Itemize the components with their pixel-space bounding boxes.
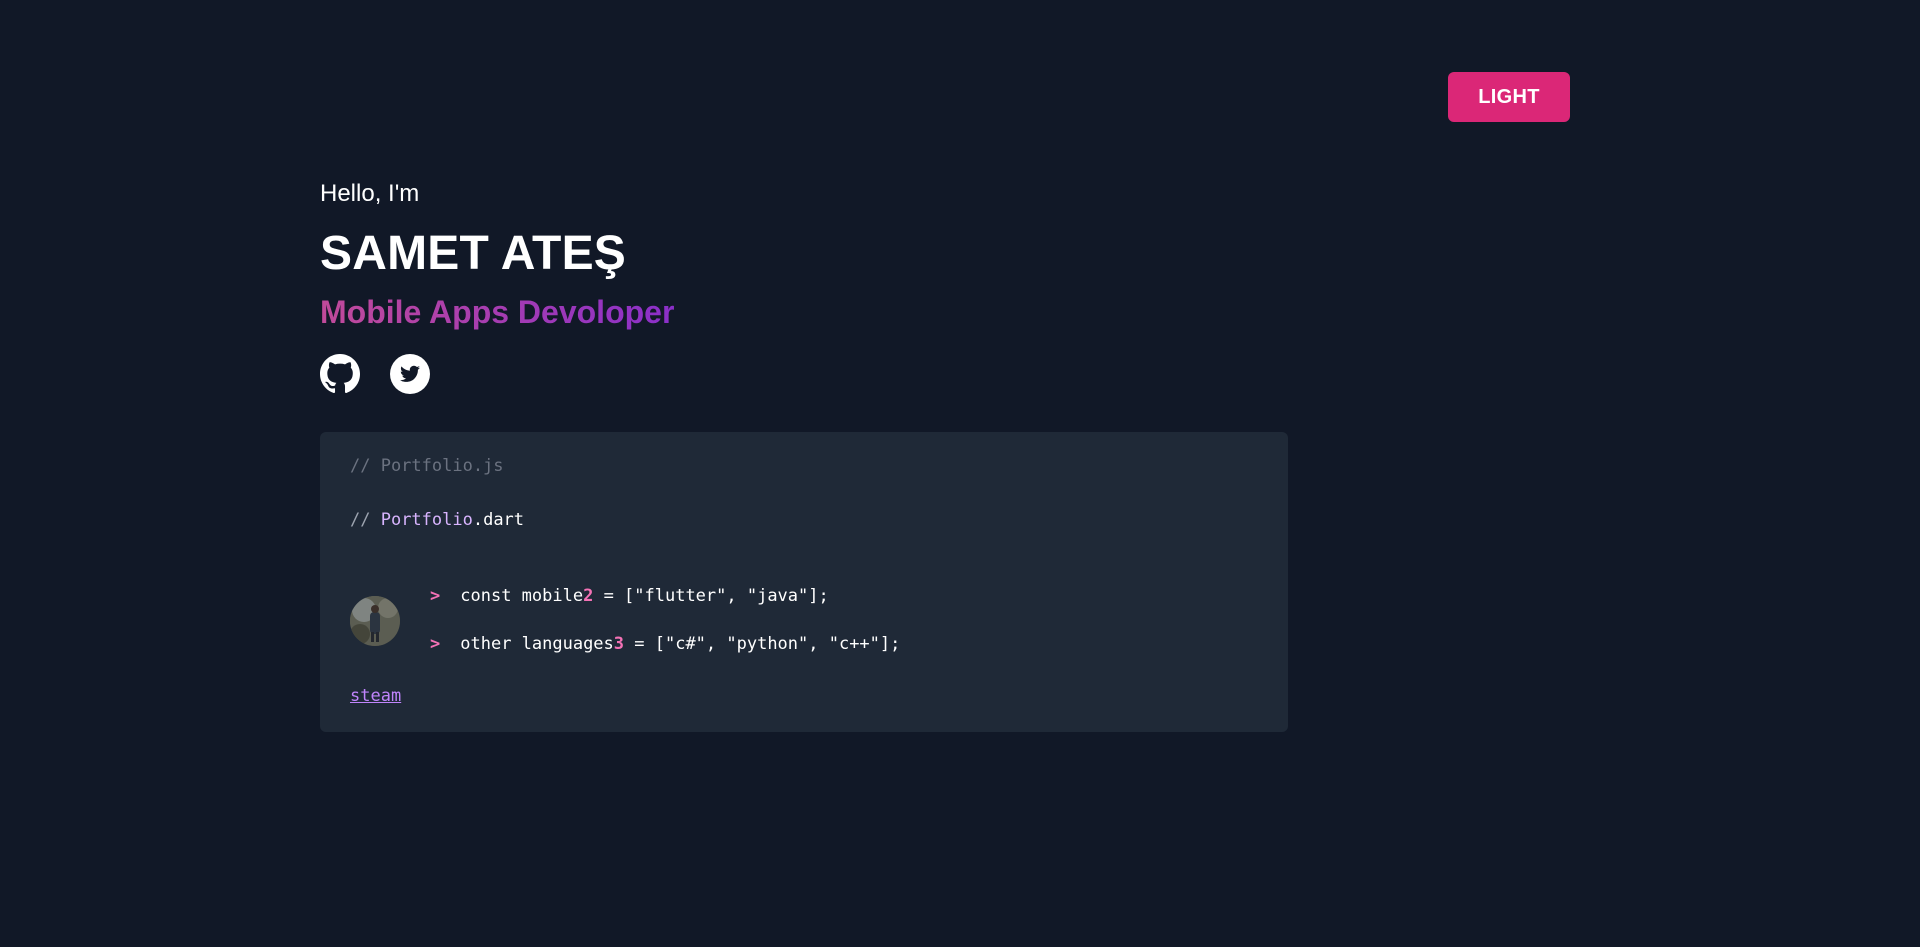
code-card: // Portfolio.js // Portfolio.dart > const… xyxy=(320,432,1288,732)
avatar-photo xyxy=(350,596,400,646)
greeting-text: Hello, I'm xyxy=(320,180,420,207)
twitter-icon xyxy=(390,354,430,394)
avatar xyxy=(350,596,400,646)
code-line-mobile: > const mobile 2 = ["flutter", "java"]; xyxy=(430,586,829,606)
portfolio-page: LIGHT Hello, I'm SAMET ATEŞ Mobile Apps … xyxy=(0,0,1920,947)
code-line-languages: > other languages 3 = ["c#", "python", "c+… xyxy=(430,634,900,654)
comment-portfolio-js: // Portfolio.js xyxy=(350,456,504,476)
theme-toggle-button[interactable]: LIGHT xyxy=(1448,72,1570,122)
prompt-chevron: > xyxy=(430,634,441,654)
twitter-link[interactable] xyxy=(390,354,430,394)
comment-portfolio-dart: // Portfolio.dart xyxy=(350,510,524,530)
code-line-languages-number: 3 xyxy=(613,634,625,654)
social-links xyxy=(320,354,674,394)
prompt-chevron: > xyxy=(430,586,441,606)
profile-name: SAMET ATEŞ xyxy=(320,227,627,280)
github-icon xyxy=(320,354,360,394)
code-line-languages-after: = ["c#", "python", "c++"]; xyxy=(624,634,901,654)
comment-extension: .dart xyxy=(472,510,525,530)
hero-section: Hello, I'm SAMET ATEŞ Mobile Apps Devolo… xyxy=(320,176,674,394)
comment-slashes: // xyxy=(350,510,381,530)
code-line-mobile-number: 2 xyxy=(583,586,594,606)
comment-class-name: Portfolio xyxy=(380,510,473,530)
code-line-mobile-before: const mobile xyxy=(460,586,584,606)
github-link[interactable] xyxy=(320,354,360,394)
steam-link[interactable]: steam xyxy=(350,686,401,706)
profile-role: Mobile Apps Devoloper xyxy=(320,290,674,334)
code-line-mobile-after: = ["flutter", "java"]; xyxy=(593,586,829,606)
code-line-languages-before: other languages xyxy=(460,634,614,654)
